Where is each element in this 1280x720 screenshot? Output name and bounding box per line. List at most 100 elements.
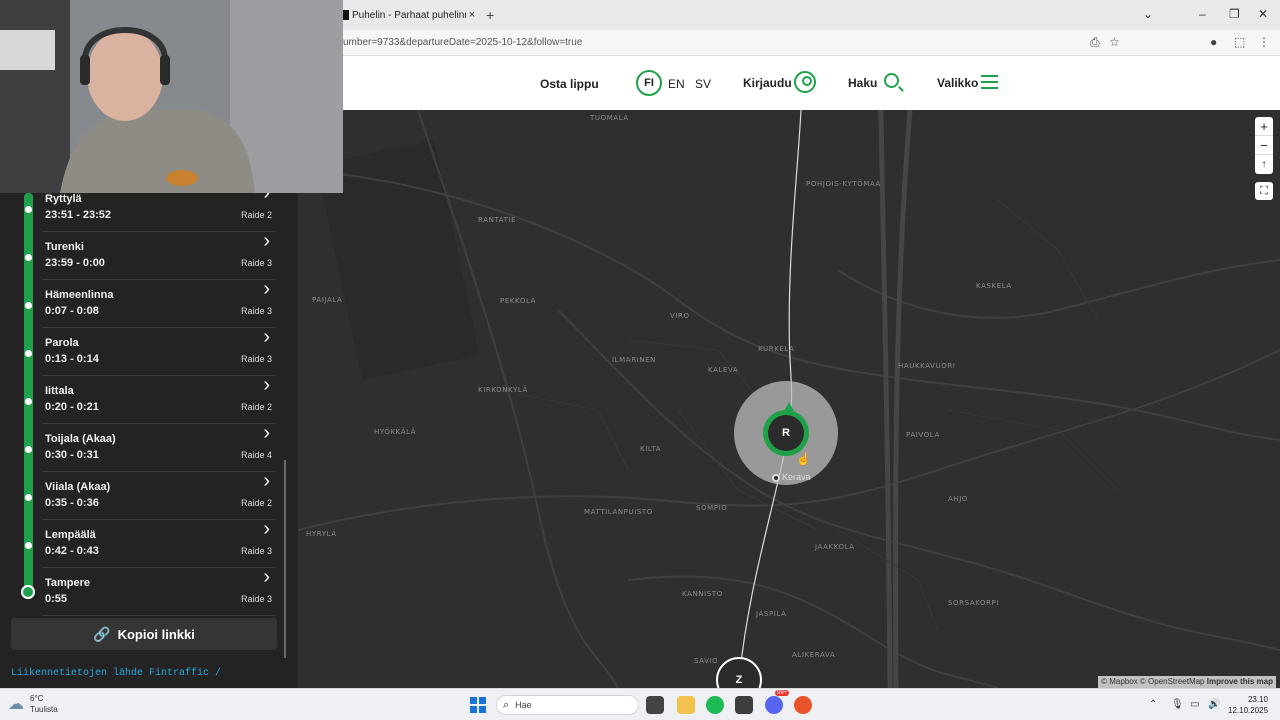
stop-time: 23:51 - 23:52 <box>45 209 112 221</box>
webcam-overlay <box>0 0 343 193</box>
chevron-right-icon[interactable]: › <box>263 566 270 589</box>
map-view[interactable]: TUOMALA POHJOIS-KYTÖMAA RANTATIE PAIJALA… <box>298 110 1280 688</box>
reset-north-button[interactable]: ↑ <box>1255 155 1273 174</box>
user-icon[interactable] <box>794 71 816 93</box>
tabs-dropdown-icon[interactable]: ⌄ <box>1143 7 1153 21</box>
chevron-right-icon[interactable]: › <box>263 470 270 493</box>
stop-time: 0:20 - 0:21 <box>45 401 99 413</box>
map-place-label: HAUKKAVUORI <box>898 362 956 370</box>
stop-card[interactable]: Lempäälä 0:42 - 0:43 Raide 3 › <box>10 518 277 568</box>
microphone-icon[interactable]: 🎙 <box>1171 699 1184 710</box>
url-field[interactable]: umber=9733&departureDate=2025-10-12&foll… <box>343 37 582 48</box>
zoom-in-button[interactable]: + <box>1255 117 1273 136</box>
stop-name: Iittala <box>45 385 74 397</box>
stop-track: Raide 4 <box>240 450 272 460</box>
stop-time: 0:30 - 0:31 <box>45 449 99 461</box>
app-icon[interactable] <box>735 696 753 714</box>
minimize-button[interactable]: – <box>1199 7 1206 21</box>
stop-card[interactable]: Hämeenlinna 0:07 - 0:08 Raide 3 › <box>10 278 277 328</box>
search-link[interactable]: Haku <box>848 76 877 90</box>
volume-icon[interactable]: 🔊 <box>1208 699 1220 710</box>
map-place-label: SAVIO <box>694 657 719 665</box>
stop-card[interactable]: Parola 0:13 - 0:14 Raide 3 › <box>10 326 277 376</box>
start-button[interactable] <box>470 697 486 713</box>
map-place-label: ALIKERAVA <box>792 651 836 659</box>
chevron-right-icon[interactable]: › <box>263 518 270 541</box>
stop-card[interactable]: Turenki 23:59 - 0:00 Raide 3 › <box>10 230 277 280</box>
profile-icon[interactable]: ● <box>1210 35 1217 49</box>
stop-name: Parola <box>45 337 79 349</box>
stop-card[interactable]: Iittala 0:20 - 0:21 Raide 2 › <box>10 374 277 424</box>
weather-widget[interactable]: ☁ 6°C Tuulista <box>8 693 58 715</box>
map-place-label: PAIJALA <box>312 296 343 304</box>
notification-badge: 99+ <box>775 690 790 696</box>
attribution-text[interactable]: © Mapbox © OpenStreetMap <box>1101 677 1204 686</box>
close-window-button[interactable]: ✕ <box>1258 7 1268 21</box>
stop-dot-icon <box>25 254 32 261</box>
task-view-icon[interactable] <box>646 696 664 714</box>
chevron-right-icon[interactable]: › <box>263 278 270 301</box>
stop-card[interactable]: Viiala (Akaa) 0:35 - 0:36 Raide 2 › <box>10 470 277 520</box>
stop-dot-icon <box>25 350 32 357</box>
stop-track: Raide 3 <box>240 546 272 556</box>
network-icon[interactable]: ▭ <box>1190 699 1199 710</box>
stop-card[interactable]: Tampere 0:55 Raide 3 › <box>10 566 277 616</box>
clock-time: 23.10 <box>1247 695 1268 704</box>
clock-date: 12.10.2025 <box>1228 706 1269 715</box>
stop-time: 0:42 - 0:43 <box>45 545 99 557</box>
restore-button[interactable]: ❐ <box>1229 7 1240 21</box>
chevron-right-icon[interactable]: › <box>263 326 270 349</box>
search-icon: ⌕ <box>503 698 510 711</box>
zoom-out-button[interactable]: − <box>1255 136 1273 155</box>
stop-dot-icon <box>25 446 32 453</box>
map-place-label: ILMARINEN <box>612 356 657 364</box>
firefox-icon[interactable] <box>794 696 812 714</box>
zoom-control: + − ↑ <box>1255 117 1273 174</box>
extensions-icon[interactable]: ⬚ <box>1234 35 1245 49</box>
search-icon[interactable] <box>884 73 899 88</box>
stop-time: 23:59 - 0:00 <box>45 257 105 269</box>
chevron-right-icon[interactable]: › <box>263 422 270 445</box>
map-attribution: © Mapbox © OpenStreetMap Improve this ma… <box>1098 676 1276 688</box>
stop-card[interactable]: Ryttylä 23:51 - 23:52 Raide 2 › <box>10 182 277 232</box>
lang-en-button[interactable]: EN <box>668 77 685 91</box>
map-place-label: TUOMALA <box>590 114 629 122</box>
stop-card[interactable]: Toijala (Akaa) 0:30 - 0:31 Raide 4 › <box>10 422 277 472</box>
menu-link[interactable]: Valikko <box>937 76 978 90</box>
improve-map-link[interactable]: Improve this map <box>1207 677 1273 686</box>
save-page-icon[interactable]: ⎙ <box>1090 35 1100 50</box>
station-dot-icon[interactable] <box>772 474 780 482</box>
link-icon: 🔗 <box>93 625 111 642</box>
train-marker-r[interactable]: R <box>763 410 809 456</box>
map-place-label: AHJO <box>948 495 969 503</box>
tab-close-icon[interactable]: × <box>466 9 478 21</box>
map-place-label: HYRYLÄ <box>306 530 337 538</box>
webcam-image <box>0 0 343 193</box>
browser-menu-icon[interactable]: ⋮ <box>1258 35 1270 49</box>
new-tab-button[interactable]: + <box>486 7 494 23</box>
wind-weather-icon: ☁ <box>8 696 24 713</box>
data-source-text: Liikennetietojen lähde Fintraffic / <box>11 668 222 679</box>
discord-icon[interactable]: 99+ <box>765 690 790 714</box>
file-explorer-icon[interactable] <box>677 696 695 714</box>
map-place-label: KANNISTO <box>682 590 723 598</box>
spotify-icon[interactable] <box>706 696 724 714</box>
system-clock[interactable]: 23.10 12.10.2025 <box>1228 694 1268 716</box>
fullscreen-button[interactable]: ⛶ <box>1255 182 1273 200</box>
tray-chevron-icon[interactable]: ⌃ <box>1149 699 1157 710</box>
windows-taskbar: ☁ 6°C Tuulista ⌕ Hae 99+ ⌃ 🎙 ▭ 🔊 23.10 1… <box>0 688 1280 720</box>
copy-link-button[interactable]: 🔗 Kopioi linkki <box>11 618 277 650</box>
login-link[interactable]: Kirjaudu <box>743 76 792 90</box>
lang-fi-button[interactable]: FI <box>636 70 662 96</box>
stop-dot-icon <box>25 302 32 309</box>
chevron-right-icon[interactable]: › <box>263 374 270 397</box>
stop-track: Raide 2 <box>240 498 272 508</box>
buy-ticket-link[interactable]: Osta lippu <box>540 77 599 91</box>
browser-tab[interactable]: Puhelin - Parhaat puhelinmallit × <box>343 4 478 26</box>
taskbar-search[interactable]: ⌕ Hae <box>496 695 639 715</box>
chevron-right-icon[interactable]: › <box>263 230 270 253</box>
lang-sv-button[interactable]: SV <box>695 77 711 91</box>
hamburger-menu-icon[interactable] <box>981 75 998 89</box>
bookmark-star-icon[interactable]: ☆ <box>1109 35 1120 49</box>
stop-time: 0:55 <box>45 593 68 605</box>
